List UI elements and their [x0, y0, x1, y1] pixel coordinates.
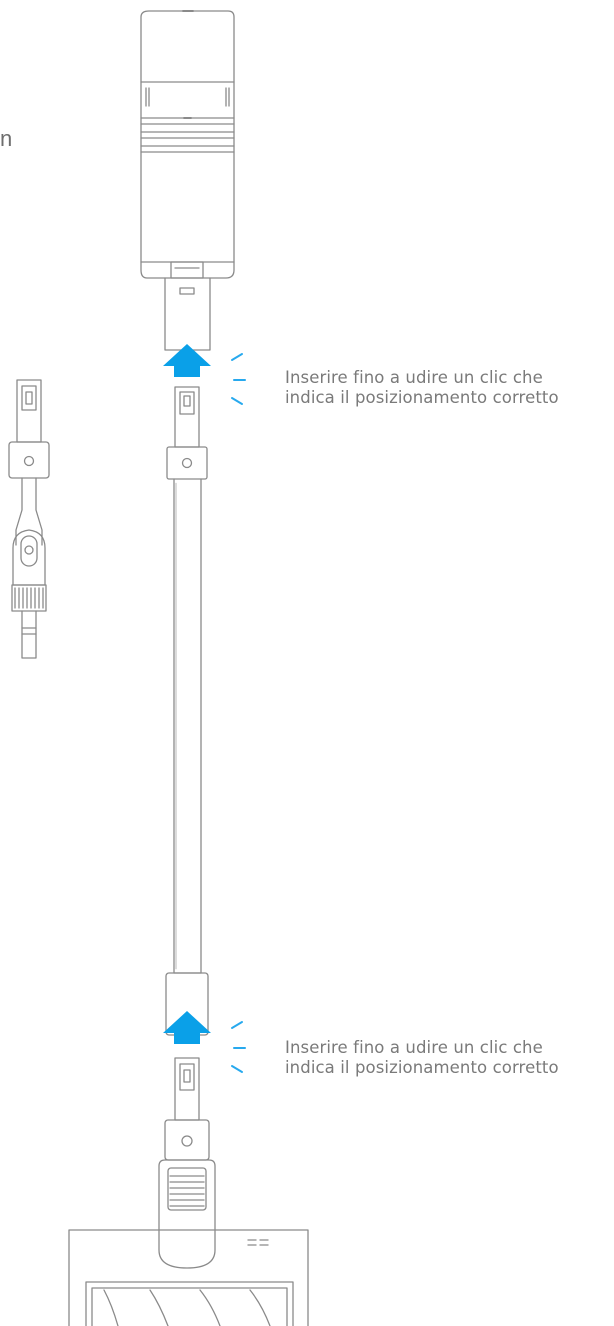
assembly-diagram-page: n Inserire fino a udire un clic che indi…: [0, 0, 614, 1326]
floor-brush: [68, 1057, 309, 1326]
insert-instruction-top: Inserire fino a udire un clic che indica…: [285, 368, 614, 408]
assembly-illustration: [8, 10, 309, 1326]
click-mark-icon: [231, 1021, 246, 1073]
insert-instruction-bottom: Inserire fino a udire un clic che indica…: [285, 1038, 614, 1078]
caption-line-1: Inserire fino a udire un clic che: [285, 368, 543, 387]
extension-tube: [165, 386, 209, 1036]
up-arrow-icon: [163, 344, 211, 377]
click-mark-icon: [231, 353, 246, 405]
caption-line-2: indica il posizionamento corretto: [285, 1058, 559, 1077]
caption-line-1: Inserire fino a udire un clic che: [285, 1038, 543, 1057]
caption-line-2: indica il posizionamento corretto: [285, 388, 559, 407]
up-arrow-icon: [163, 1011, 211, 1044]
side-accessory-tool: [8, 379, 50, 659]
handheld-main-body: [140, 10, 235, 351]
